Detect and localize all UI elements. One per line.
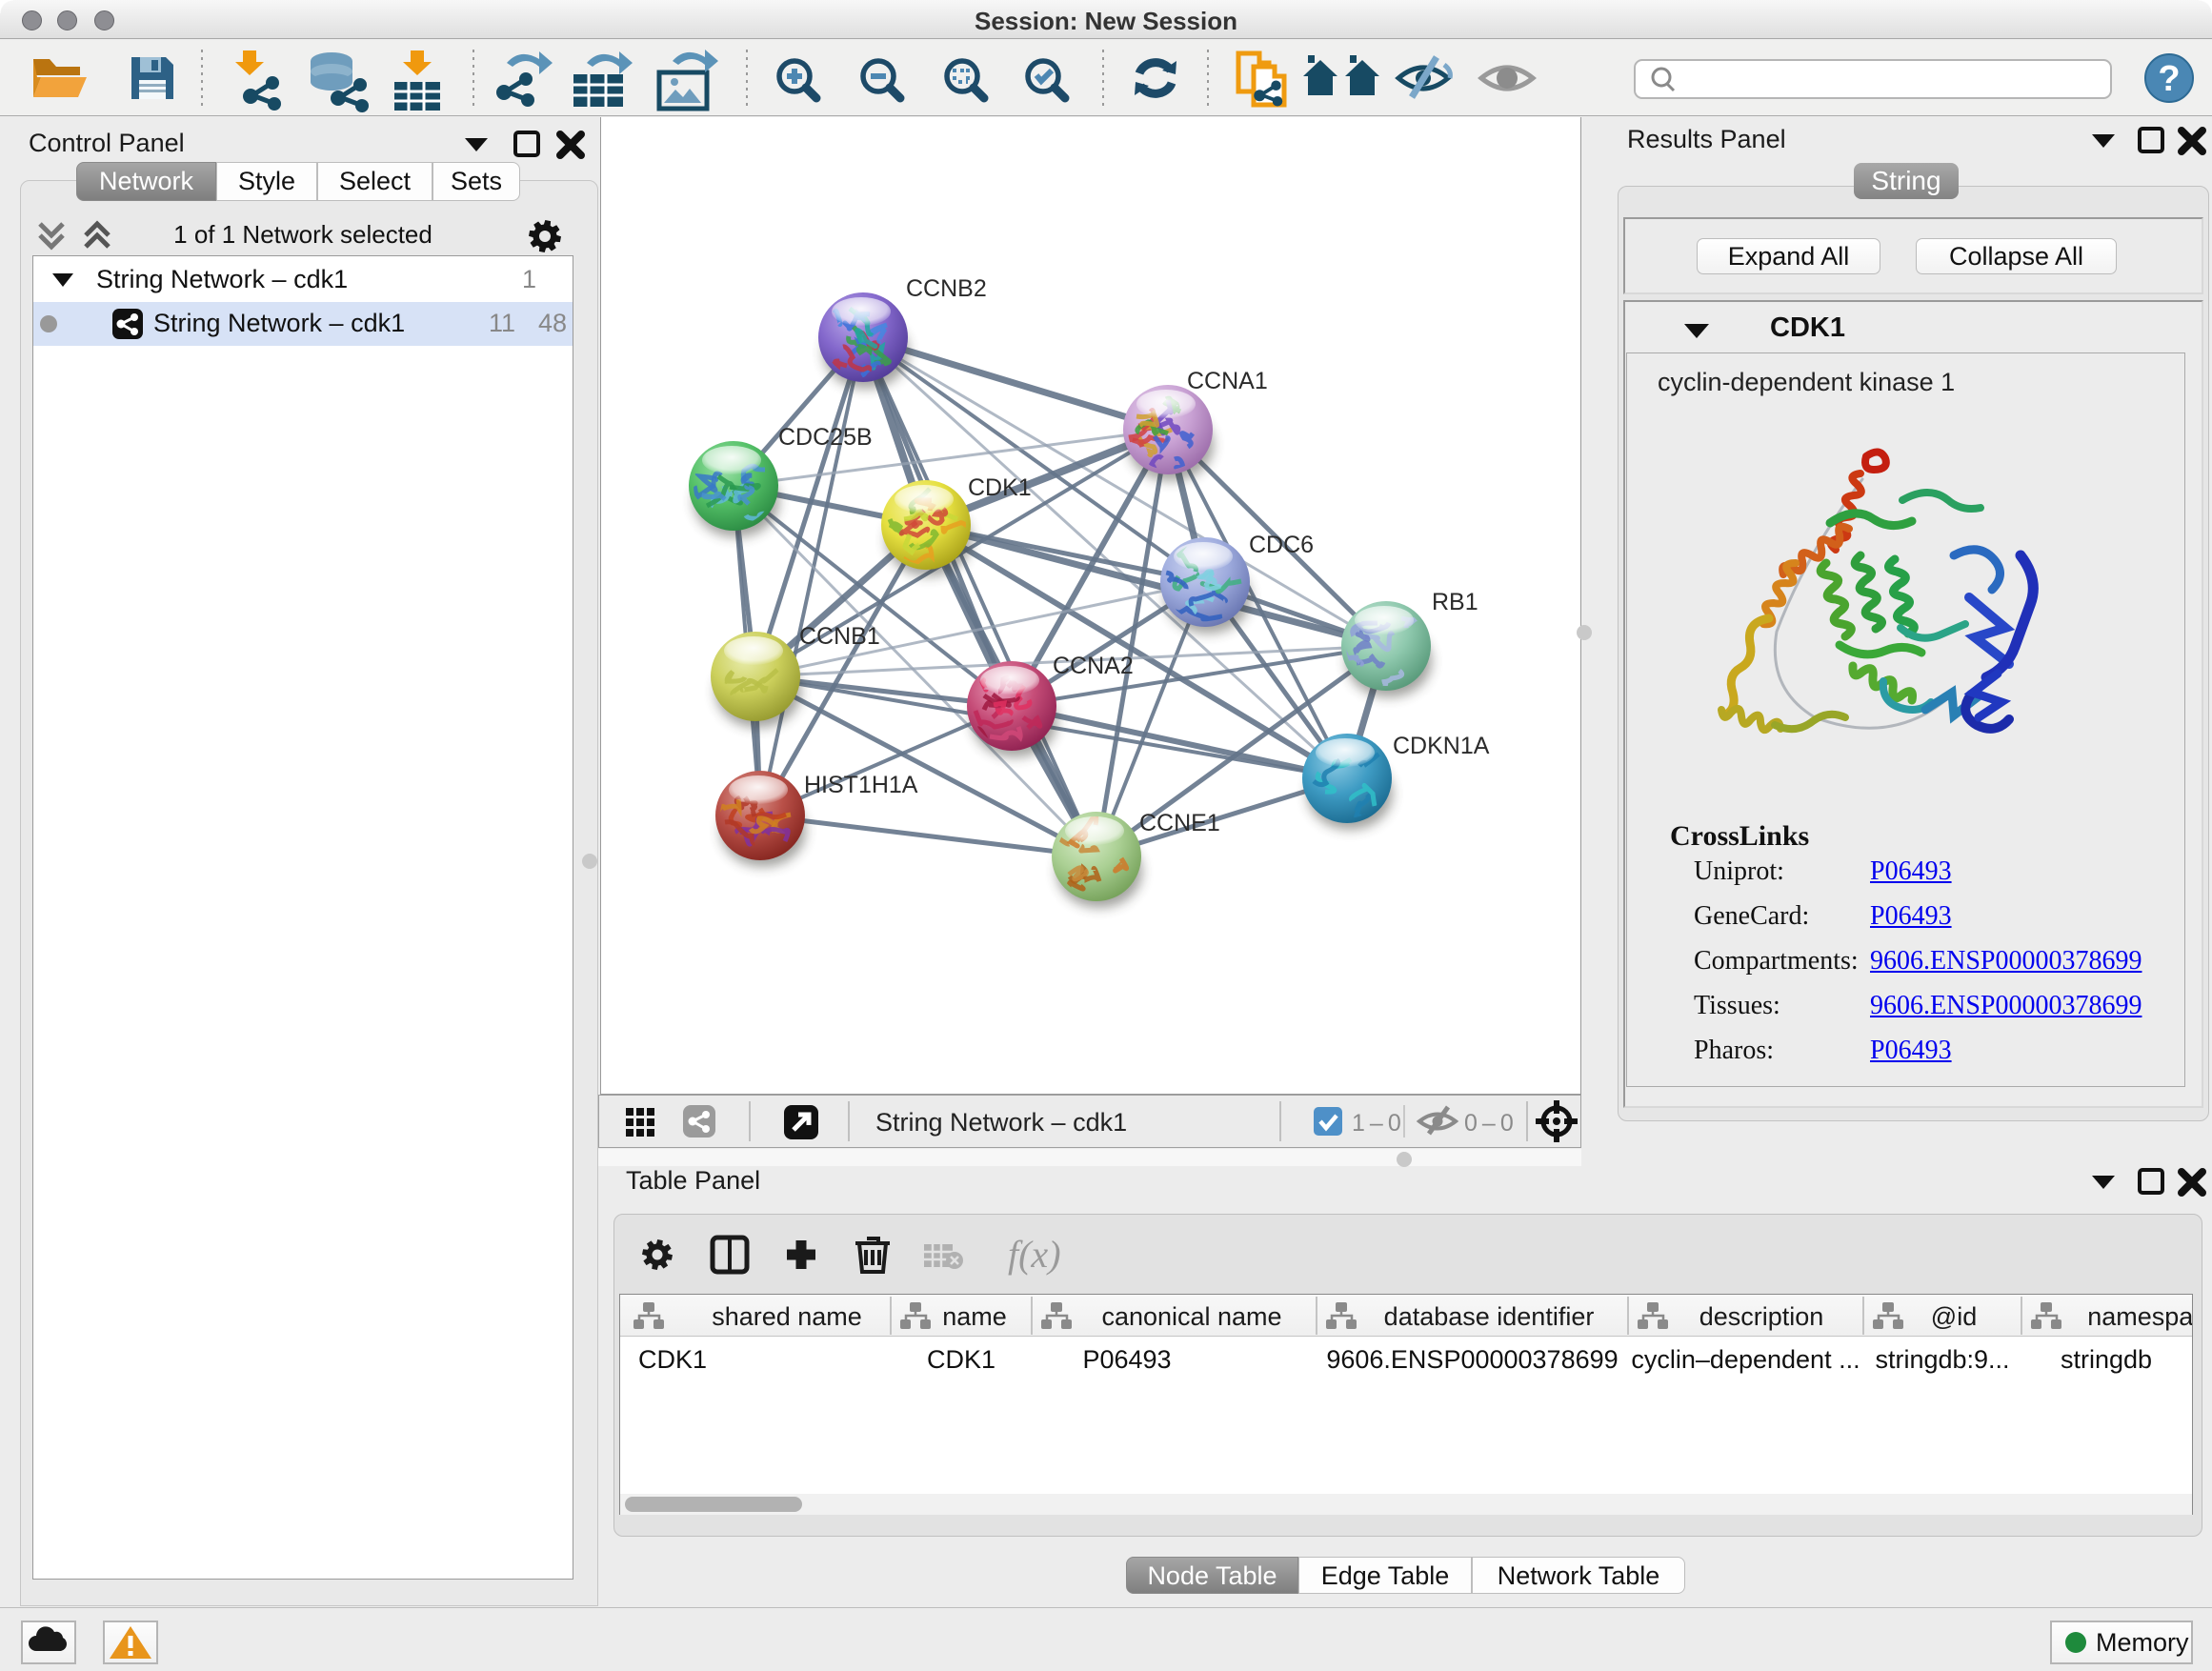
svg-text:shared name: shared name [712,1302,862,1331]
svg-text:?: ? [2158,59,2180,99]
svg-text:@id: @id [1931,1302,1977,1331]
svg-text:CCNE1: CCNE1 [1139,810,1220,836]
svg-text:CDC25B: CDC25B [778,424,873,451]
svg-text:RB1: RB1 [1432,589,1478,615]
svg-text:CDC6: CDC6 [1249,532,1314,558]
svg-text:f(x): f(x) [1008,1233,1061,1276]
svg-text:CCNB2: CCNB2 [906,275,987,302]
svg-text:description: description [1699,1302,1824,1331]
svg-text:database identifier: database identifier [1384,1302,1595,1331]
svg-text:CCNB1: CCNB1 [799,623,880,650]
svg-text:CDKN1A: CDKN1A [1393,733,1490,759]
svg-text:name: name [942,1302,1007,1331]
svg-text:CCNA2: CCNA2 [1053,653,1134,679]
svg-text:canonical name: canonical name [1101,1302,1281,1331]
svg-text:CDK1: CDK1 [968,474,1032,501]
svg-text:1 – 0: 1 – 0 [1352,1110,1401,1137]
svg-text:CCNA1: CCNA1 [1187,368,1268,394]
svg-text:HIST1H1A: HIST1H1A [804,772,918,798]
svg-text:namespace: namespace [2087,1302,2192,1331]
svg-text:String Network – cdk1: String Network – cdk1 [875,1108,1127,1137]
svg-text:0 – 0: 0 – 0 [1464,1110,1514,1137]
